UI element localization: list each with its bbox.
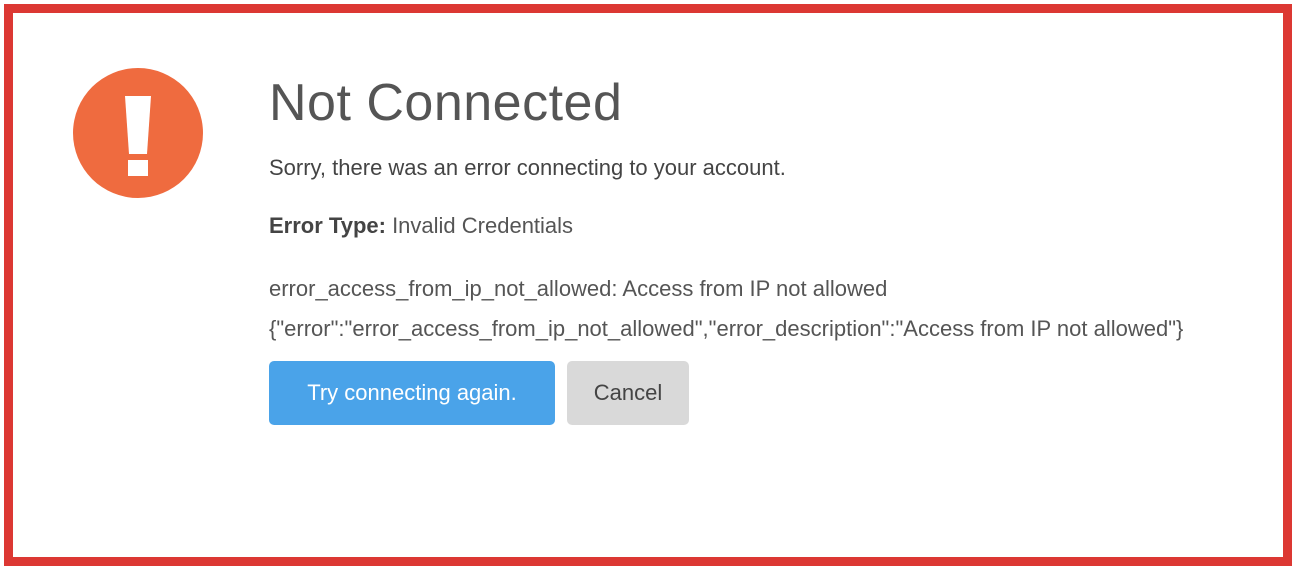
dialog-title: Not Connected xyxy=(269,74,623,132)
error-detail: error_access_from_ip_not_allowed: Access… xyxy=(269,269,1239,349)
error-detail-message: error_access_from_ip_not_allowed: Access… xyxy=(269,276,888,301)
dialog-subtitle: Sorry, there was an error connecting to … xyxy=(269,155,786,180)
exclamation-circle-icon xyxy=(73,68,203,198)
error-dialog: Not Connected Sorry, there was an error … xyxy=(4,4,1292,566)
try-again-button[interactable]: Try connecting again. xyxy=(269,361,555,425)
error-type-line: Error Type: Invalid Credentials xyxy=(269,211,1249,241)
dialog-content: Not Connected Sorry, there was an error … xyxy=(269,73,1249,425)
error-detail-json: {"error":"error_access_from_ip_not_allow… xyxy=(269,316,1184,341)
cancel-button[interactable]: Cancel xyxy=(567,361,689,425)
error-type-label: Error Type: xyxy=(269,213,386,238)
error-type-value: Invalid Credentials xyxy=(385,213,574,238)
dialog-actions: Try connecting again. Cancel xyxy=(269,361,1249,425)
